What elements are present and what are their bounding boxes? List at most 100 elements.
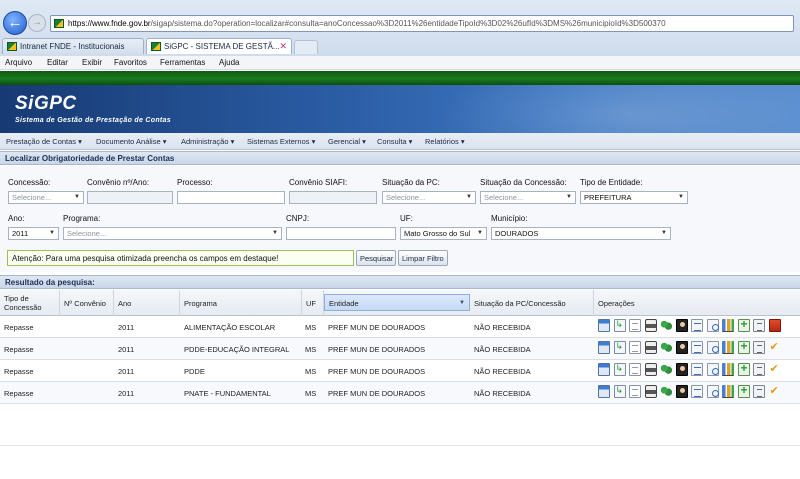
search-doc-icon[interactable] (706, 319, 719, 332)
municipio-select[interactable]: DOURADOS ▼ (491, 227, 671, 240)
print-icon[interactable] (644, 341, 657, 354)
new-tab-button[interactable] (294, 40, 318, 54)
person-icon[interactable] (675, 363, 688, 376)
print-icon[interactable] (644, 319, 657, 332)
clipboard-icon[interactable] (753, 341, 765, 354)
doc-icon[interactable] (629, 385, 641, 398)
convenio-siafi-input[interactable] (289, 191, 377, 204)
back-arrow-icon[interactable]: ← (3, 11, 27, 35)
address-bar[interactable]: https://www.fnde.gov.br/sigap/sistema.do… (50, 15, 794, 32)
chevron-down-icon: ▼ (678, 194, 684, 200)
header-uf[interactable]: UF (302, 290, 324, 316)
search-doc-icon[interactable] (706, 385, 719, 398)
add-icon[interactable] (737, 317, 750, 332)
menu-sistemas-externos[interactable]: Sistemas Externos ▾ (247, 137, 315, 146)
tipo-entidade-select[interactable]: PREFEITURA ▼ (580, 191, 688, 204)
chart-icon[interactable] (722, 385, 734, 398)
menu-consulta[interactable]: Consulta ▾ (377, 137, 412, 146)
close-tab-icon[interactable]: ✕ (279, 41, 287, 52)
header-programa[interactable]: Programa (180, 290, 302, 316)
table-icon[interactable] (598, 385, 610, 398)
address-url[interactable]: https://www.fnde.gov.br/sigap/sistema.do… (68, 19, 788, 28)
print-icon[interactable] (644, 363, 657, 376)
cell-ano: 2011 (118, 389, 135, 398)
users-icon[interactable] (660, 385, 672, 398)
print-icon[interactable] (644, 385, 657, 398)
chart-icon[interactable] (722, 319, 734, 332)
add-icon[interactable] (737, 383, 750, 398)
users-icon[interactable] (660, 363, 672, 376)
chevron-down-icon: ▼ (49, 230, 55, 236)
menu-documento-analise[interactable]: Documento Análise ▾ (96, 137, 166, 146)
tab-intranet[interactable]: Intranet FNDE - Institucionais (2, 38, 144, 54)
cell-ano: 2011 (118, 323, 135, 332)
list-icon[interactable] (691, 341, 703, 354)
check-icon[interactable] (769, 384, 781, 398)
doc-icon[interactable] (629, 341, 641, 354)
red-icon[interactable] (768, 319, 781, 332)
add-icon[interactable] (737, 339, 750, 354)
list-icon[interactable] (691, 319, 703, 332)
person-icon[interactable] (675, 341, 688, 354)
uf-select[interactable]: Mato Grosso do Sul ▼ (400, 227, 487, 240)
table-icon[interactable] (598, 363, 610, 376)
header-situacao[interactable]: Situação da PC/Concessão (470, 290, 594, 316)
header-entidade[interactable]: Entidade ▼ (324, 294, 470, 311)
ano-select[interactable]: 2011 ▼ (8, 227, 59, 240)
label-ano: Ano: (8, 214, 25, 223)
search-doc-icon[interactable] (706, 341, 719, 354)
doc-icon[interactable] (629, 363, 641, 376)
list-icon[interactable] (691, 363, 703, 376)
situacao-pc-select[interactable]: Selecione... ▼ (382, 191, 476, 204)
chevron-down-icon: ▼ (466, 194, 472, 200)
table-icon[interactable] (598, 319, 610, 332)
chart-icon[interactable] (722, 363, 734, 376)
menu-gerencial[interactable]: Gerencial ▾ (328, 137, 366, 146)
cnpj-input[interactable] (286, 227, 396, 240)
import-icon[interactable] (613, 385, 626, 398)
convenio-ano-input[interactable] (87, 191, 173, 204)
menu-editar[interactable]: Editar (47, 58, 68, 67)
check-icon[interactable] (769, 362, 781, 376)
programa-select[interactable]: Selecione... ▼ (63, 227, 282, 240)
add-icon[interactable] (737, 361, 750, 376)
concessao-select[interactable]: Selecione... ▼ (8, 191, 84, 204)
label-convenio-ano: Convênio nº/Ano: (87, 178, 150, 187)
menu-exibir[interactable]: Exibir (82, 58, 102, 67)
clipboard-icon[interactable] (753, 385, 765, 398)
users-icon[interactable] (660, 341, 672, 354)
clipboard-icon[interactable] (753, 319, 765, 332)
situacao-concessao-select[interactable]: Selecione... ▼ (480, 191, 576, 204)
menu-relatorios[interactable]: Relatórios ▾ (425, 137, 465, 146)
menu-administracao[interactable]: Administração ▾ (181, 137, 234, 146)
check-icon[interactable] (769, 340, 781, 354)
import-icon[interactable] (613, 341, 626, 354)
menu-prestacao-contas[interactable]: Prestação de Contas ▾ (6, 137, 82, 146)
table-icon[interactable] (598, 341, 610, 354)
menu-ferramentas[interactable]: Ferramentas (160, 58, 205, 67)
person-icon[interactable] (675, 385, 688, 398)
header-ano[interactable]: Ano (114, 290, 180, 316)
doc-icon[interactable] (629, 319, 641, 332)
list-icon[interactable] (691, 385, 703, 398)
search-doc-icon[interactable] (706, 363, 719, 376)
menu-arquivo[interactable]: Arquivo (5, 58, 32, 67)
header-tipo-concessao[interactable]: Tipo de Concessão (0, 290, 60, 316)
clear-filter-button[interactable]: Limpar Filtro (398, 250, 448, 266)
label-tipo-entidade: Tipo de Entidade: (580, 178, 643, 187)
menu-favoritos[interactable]: Favoritos (114, 58, 147, 67)
processo-input[interactable] (177, 191, 285, 204)
menu-ajuda[interactable]: Ajuda (219, 58, 239, 67)
tab-label: Intranet FNDE - Institucionais (20, 42, 125, 51)
chart-icon[interactable] (722, 341, 734, 354)
tab-sigpc[interactable]: SiGPC - SISTEMA DE GESTÃ... ✕ (146, 38, 292, 54)
person-icon[interactable] (675, 319, 688, 332)
header-convenio[interactable]: Nº Convênio (60, 290, 114, 316)
import-icon[interactable] (613, 363, 626, 376)
search-button[interactable]: Pesquisar (356, 250, 396, 266)
users-icon[interactable] (660, 319, 672, 332)
import-icon[interactable] (613, 319, 626, 332)
forward-arrow-icon[interactable]: → (28, 14, 46, 32)
clipboard-icon[interactable] (753, 363, 765, 376)
app-logo: SiGPC (15, 93, 77, 114)
